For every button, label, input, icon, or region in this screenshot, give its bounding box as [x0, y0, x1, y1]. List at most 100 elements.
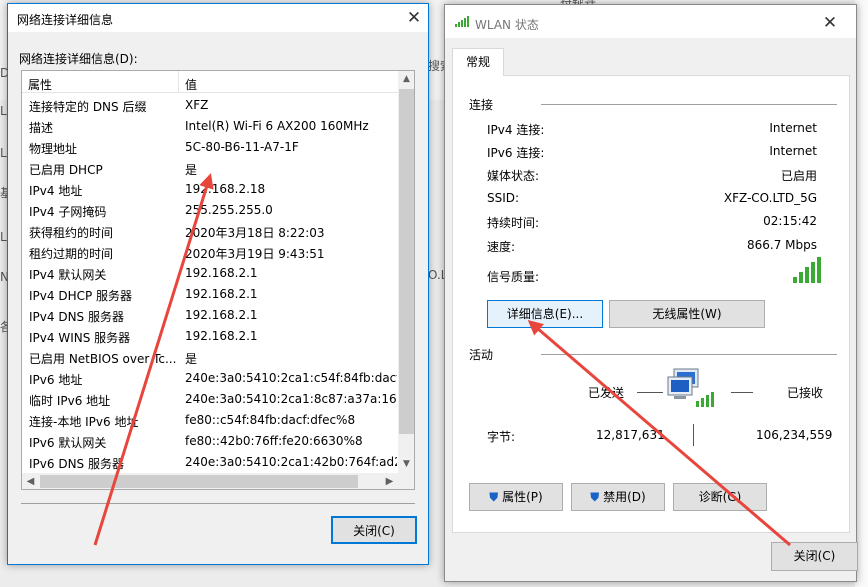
signal-bar: [817, 257, 821, 283]
wlan-title: WLAN 状态: [475, 18, 539, 32]
ipv6-connectivity-value: Internet: [769, 144, 817, 158]
background-text-left-5: L: [0, 230, 7, 244]
wireless-properties-button[interactable]: 无线属性(W): [609, 300, 765, 328]
table-row[interactable]: IPv4 子网掩码 255.255.255.0: [22, 200, 398, 221]
row-property: IPv4 默认网关: [29, 268, 107, 282]
duration-label: 持续时间:: [487, 216, 540, 230]
row-property: IPv4 地址: [29, 184, 83, 198]
disable-button[interactable]: ⛊ 禁用(D): [571, 483, 665, 511]
scroll-up-icon[interactable]: ▲: [398, 71, 414, 88]
column-separator[interactable]: [178, 71, 179, 93]
sent-line: [637, 392, 663, 393]
table-row[interactable]: 物理地址 5C-80-B6-11-A7-1F: [22, 137, 398, 158]
background-text-left-2: L: [0, 104, 7, 118]
row-value: fe80::42b0:76ff:fe20:6630%8: [185, 434, 363, 448]
signal-bar: [805, 267, 809, 283]
table-row[interactable]: IPv4 DHCP 服务器 192.168.2.1: [22, 284, 398, 305]
details-titlebar: 网络连接详细信息 ✕: [8, 4, 428, 32]
table-row[interactable]: 获得租约的时间 2020年3月18日 8:22:03: [22, 221, 398, 242]
wlan-titlebar: WLAN 状态 ✕: [445, 5, 856, 38]
table-row[interactable]: 临时 IPv6 地址 240e:3a0:5410:2ca1:8c87:a37a:1…: [22, 389, 398, 410]
row-value: 240e:3a0:5410:2ca1:c54f:84fb:dacf:dfe: [185, 371, 397, 385]
details-close-icon[interactable]: ✕: [399, 6, 429, 30]
row-property: IPv6 地址: [29, 373, 83, 387]
table-row[interactable]: IPv4 默认网关 192.168.2.1: [22, 263, 398, 284]
signal-strength-icon: [793, 257, 821, 283]
properties-button-label: 属性(P): [502, 490, 543, 504]
vertical-scrollbar[interactable]: ▲ ▼: [398, 71, 414, 473]
media-state-label: 媒体状态:: [487, 169, 540, 183]
tab-general[interactable]: 常规: [452, 48, 504, 76]
row-property: 描述: [29, 121, 54, 135]
wlan-status-dialog: WLAN 状态 ✕ 常规 连接 IPv4 连接: Internet IPv6 连…: [444, 4, 858, 582]
row-property: 连接特定的 DNS 后缀: [29, 100, 147, 114]
wlan-close-icon[interactable]: ✕: [815, 11, 845, 35]
row-value: fe80::c54f:84fb:dacf:dfec%8: [185, 413, 356, 427]
row-property: 租约过期的时间: [29, 247, 114, 261]
row-value: XFZ: [185, 98, 209, 112]
scroll-down-icon[interactable]: ▼: [398, 456, 414, 473]
row-value: 192.168.2.1: [185, 308, 258, 322]
column-header-value[interactable]: 值: [185, 76, 197, 93]
general-tab-panel: 连接 IPv4 连接: Internet IPv6 连接: Internet 媒…: [452, 75, 850, 533]
media-state-value: 已启用: [780, 169, 817, 183]
horizontal-scrollbar[interactable]: ◀ ▶: [22, 473, 398, 489]
background-text-left-3: L: [0, 146, 7, 160]
properties-button[interactable]: ⛊ 属性(P): [469, 483, 563, 511]
details-listview[interactable]: 属性 值 连接特定的 DNS 后缀 XFZ 描述 Intel(R) Wi-Fi 6 A…: [21, 70, 415, 490]
speed-value: 866.7 Mbps: [746, 238, 817, 252]
row-value: 192.168.2.18: [185, 182, 266, 196]
activity-section-line: [541, 354, 837, 355]
row-property: IPv6 默认网关: [29, 436, 107, 450]
row-value: 5C-80-B6-11-A7-1F: [185, 140, 299, 154]
row-property: IPv4 WINS 服务器: [29, 331, 131, 345]
diagnose-button[interactable]: 诊断(G): [673, 483, 767, 511]
horizontal-scroll-thumb[interactable]: [40, 475, 358, 488]
table-row[interactable]: IPv4 DNS 服务器 192.168.2.1: [22, 305, 398, 326]
table-row[interactable]: 已启用 DHCP 是: [22, 158, 398, 179]
activity-section-label: 活动: [469, 348, 494, 362]
row-value: 2020年3月18日 8:22:03: [185, 226, 325, 240]
ipv4-connectivity-label: IPv4 连接:: [487, 123, 545, 137]
bytes-received-value: 106,234,559: [756, 428, 833, 442]
ssid-label: SSID:: [487, 191, 520, 205]
scroll-right-icon[interactable]: ▶: [381, 473, 398, 489]
network-computers-icon: [667, 368, 714, 407]
table-row[interactable]: IPv4 地址 192.168.2.18: [22, 179, 398, 200]
row-value: 240e:3a0:5410:2ca1:8c87:a37a:16ac:d: [185, 392, 397, 406]
table-row[interactable]: IPv6 DNS 服务器 240e:3a0:5410:2ca1:42b0:764f…: [22, 452, 398, 473]
wifi-signal-icon: [455, 16, 469, 27]
table-row[interactable]: 已启用 NetBIOS over Tc... 是: [22, 347, 398, 368]
row-value: 2020年3月19日 9:43:51: [185, 247, 325, 261]
scroll-left-icon[interactable]: ◀: [22, 473, 39, 489]
disable-button-label: 禁用(D): [603, 490, 646, 504]
row-property: IPv4 子网掩码: [29, 205, 107, 219]
row-property: 已启用 NetBIOS over Tc...: [29, 352, 177, 366]
details-close-button[interactable]: 关闭(C): [331, 516, 417, 544]
table-row[interactable]: IPv4 WINS 服务器 192.168.2.1: [22, 326, 398, 347]
received-line: [731, 392, 753, 393]
details-button[interactable]: 详细信息(E)...: [487, 300, 603, 328]
table-row[interactable]: 连接-本地 IPv6 地址 fe80::c54f:84fb:dacf:dfec%8: [22, 410, 398, 431]
row-property: IPv4 DNS 服务器: [29, 310, 124, 324]
ssid-value: XFZ-CO.LTD_5G: [723, 191, 817, 205]
table-row[interactable]: 连接特定的 DNS 后缀 XFZ: [22, 95, 398, 116]
vertical-scroll-thumb[interactable]: [399, 89, 414, 434]
row-value: 255.255.255.0: [185, 203, 273, 217]
row-property: 物理地址: [29, 142, 78, 156]
row-value: Intel(R) Wi-Fi 6 AX200 160MHz: [185, 119, 369, 133]
wlan-close-button[interactable]: 关闭(C): [771, 542, 858, 571]
table-row[interactable]: 描述 Intel(R) Wi-Fi 6 AX200 160MHz: [22, 116, 398, 137]
listview-header: 属性 值: [22, 71, 398, 93]
column-header-property[interactable]: 属性: [28, 76, 52, 93]
row-property: 已启用 DHCP: [29, 163, 103, 177]
table-row[interactable]: IPv6 地址 240e:3a0:5410:2ca1:c54f:84fb:dacf…: [22, 368, 398, 389]
table-row[interactable]: 租约过期的时间 2020年3月19日 9:43:51: [22, 242, 398, 263]
row-property: 获得租约的时间: [29, 226, 114, 240]
bytes-sent-value: 12,817,631: [596, 428, 665, 442]
bytes-label: 字节:: [487, 430, 516, 444]
bytes-divider: [693, 424, 694, 446]
table-row[interactable]: IPv6 默认网关 fe80::42b0:76ff:fe20:6630%8: [22, 431, 398, 452]
row-value: 是: [185, 163, 198, 177]
scrollbar-corner: [398, 473, 414, 489]
